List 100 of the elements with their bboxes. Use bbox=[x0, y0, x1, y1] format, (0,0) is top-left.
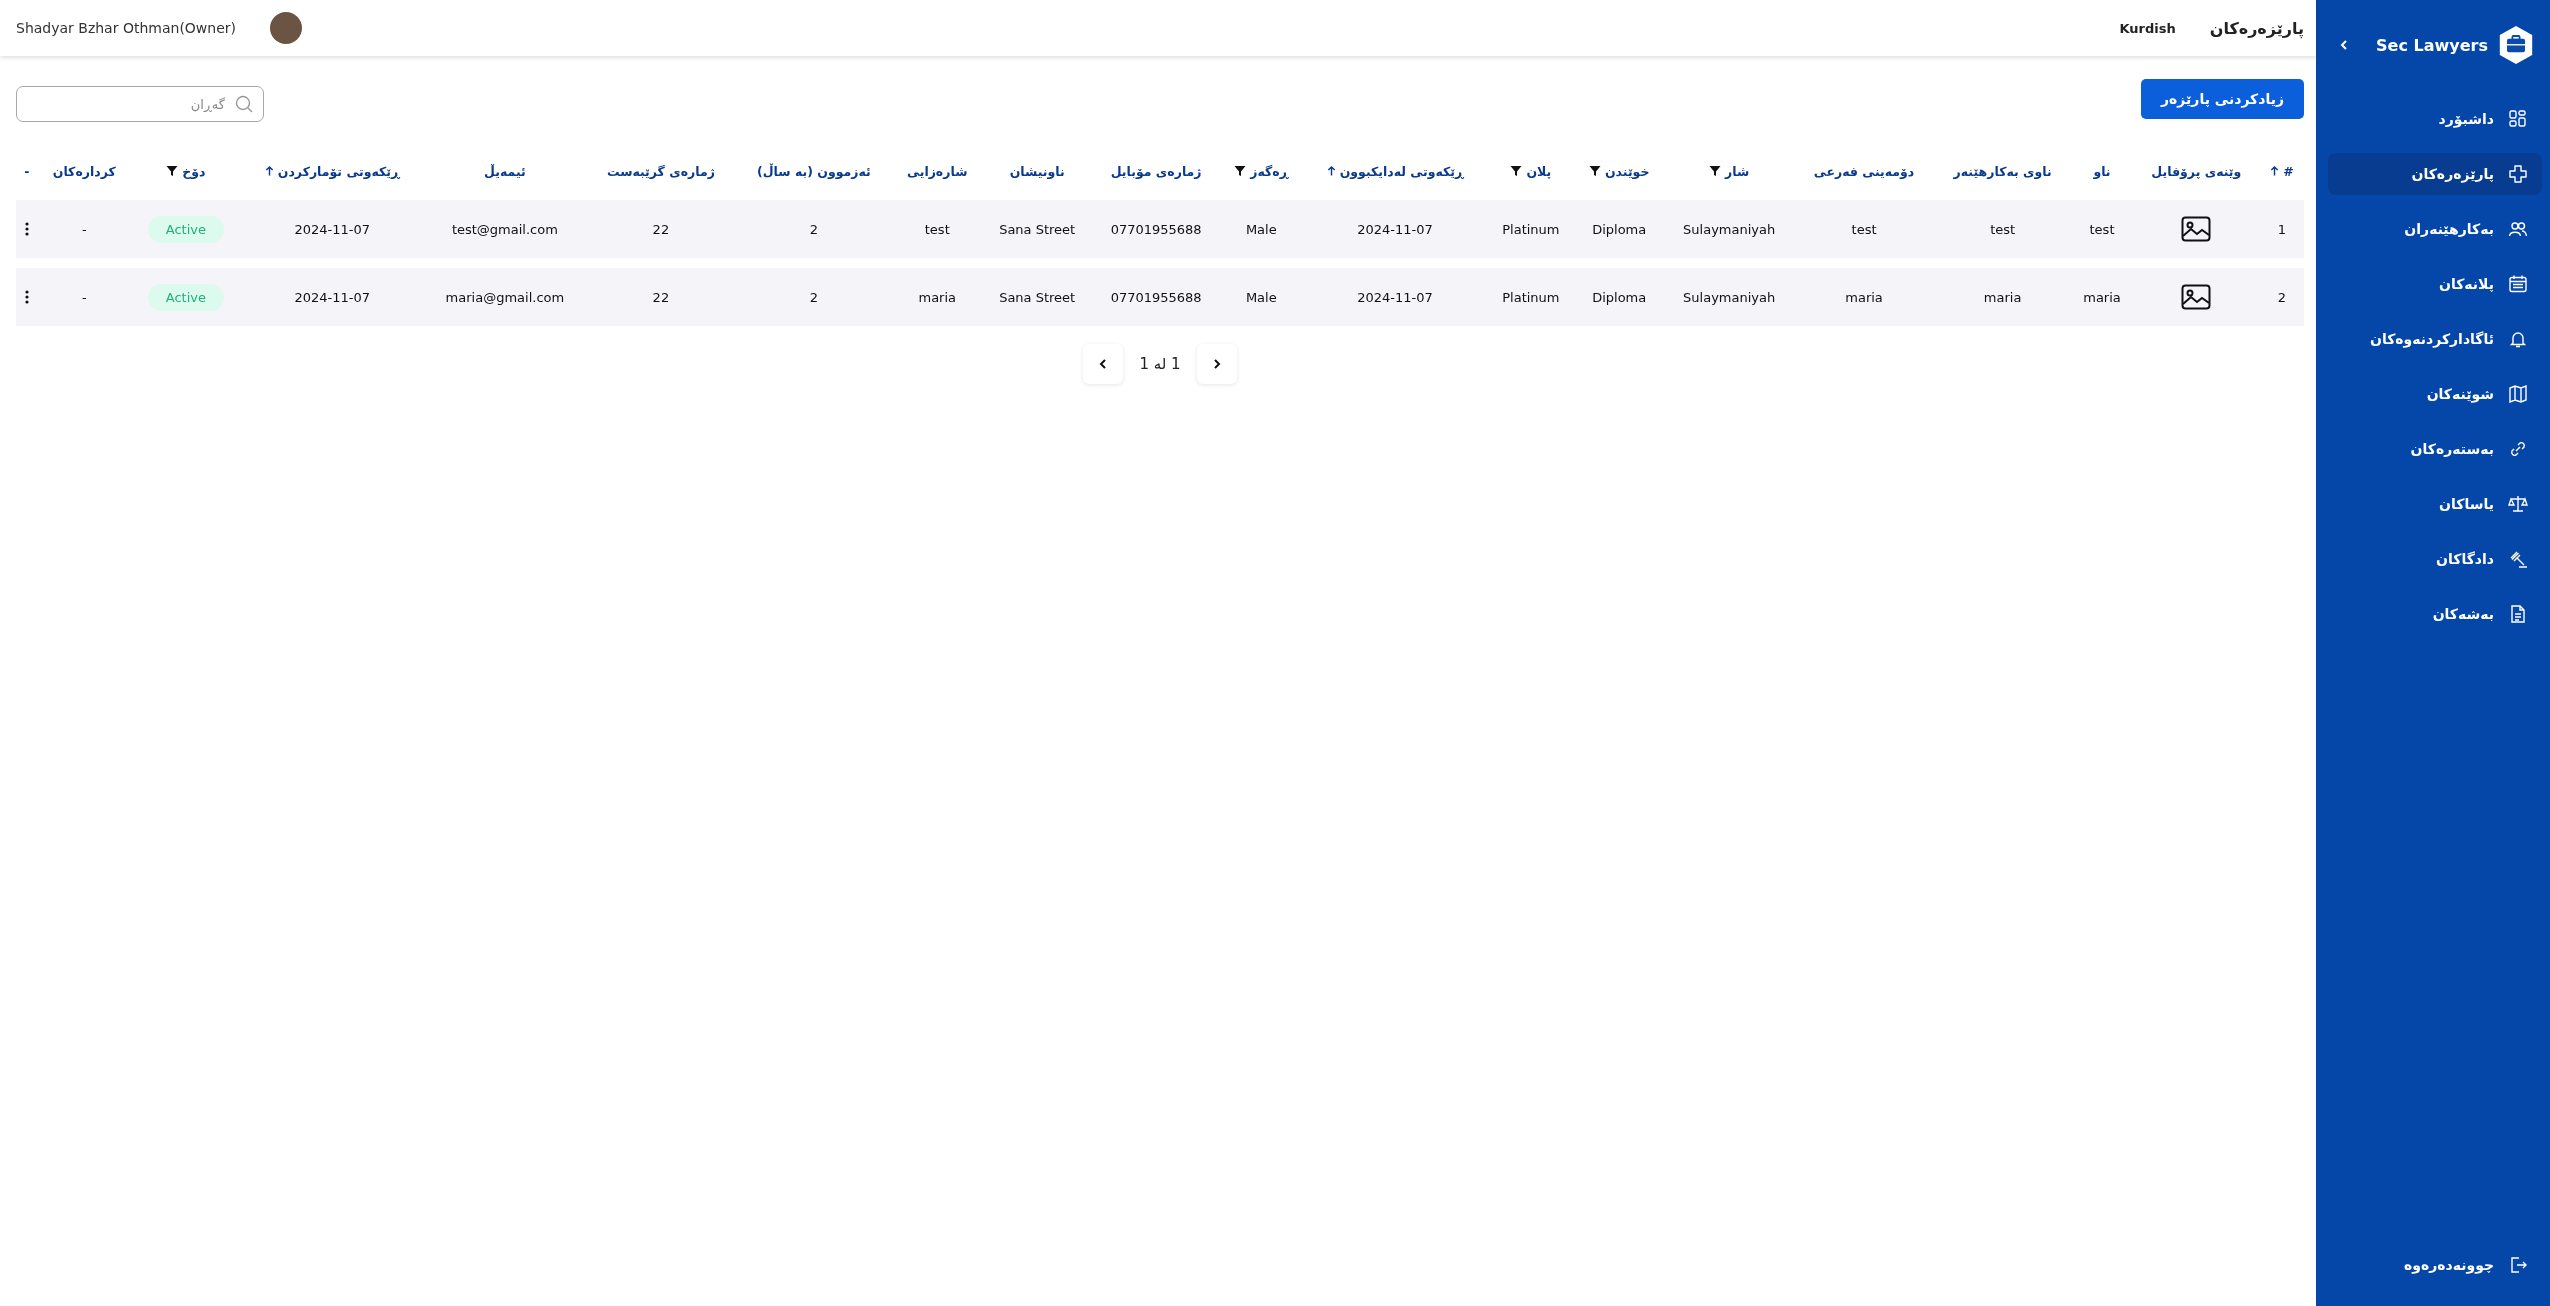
image-placeholder-icon bbox=[2181, 216, 2212, 242]
sort-arrow-icon bbox=[1326, 165, 1336, 177]
plan-cell: Platinum bbox=[1487, 268, 1574, 326]
column-header: - bbox=[23, 162, 31, 181]
row-number-cell: 2 bbox=[2259, 268, 2304, 326]
date-cell: 2024-11-07 bbox=[1302, 268, 1488, 326]
status-badge: Active bbox=[147, 283, 224, 311]
education-cell: Diploma bbox=[1574, 200, 1665, 258]
username-cell: maria bbox=[1934, 268, 2072, 326]
expertise-cell: test bbox=[892, 200, 983, 258]
chevron-left-icon bbox=[1098, 358, 1109, 370]
actions-cell: - bbox=[37, 200, 131, 258]
briefcase-logo-icon bbox=[2498, 25, 2534, 65]
column-header[interactable]: ڕێکەوتی تۆمارکردن bbox=[240, 152, 424, 190]
sidebar-item[interactable]: پارێزەرەکان bbox=[2328, 153, 2542, 195]
gavel-icon bbox=[2508, 549, 2528, 569]
bell-icon bbox=[2508, 329, 2528, 349]
plan-cell: Platinum bbox=[1487, 200, 1574, 258]
sort-arrow-icon bbox=[2270, 165, 2280, 177]
sidebar-item[interactable]: ئاگادارکردنەوەکان bbox=[2328, 318, 2542, 360]
subdomain-cell: maria bbox=[1794, 268, 1935, 326]
column-header[interactable]: پلان bbox=[1487, 152, 1574, 190]
column-header: دۆمەینی فەرعی bbox=[1812, 162, 1916, 181]
page-indicator: 1 لە 1 bbox=[1139, 355, 1181, 373]
page-title: پارێزەرەکان bbox=[2209, 18, 2304, 38]
column-header[interactable]: خوێندن bbox=[1574, 152, 1665, 190]
search-field[interactable]: گەڕان bbox=[16, 86, 264, 122]
column-header: وێنەی پرۆفایل bbox=[2150, 162, 2243, 181]
filter-icon bbox=[166, 165, 179, 177]
date-cell: 2024-11-07 bbox=[1302, 200, 1488, 258]
email-cell[interactable]: test@gmail.com bbox=[423, 200, 587, 258]
city-cell: Sulaymaniyah bbox=[1664, 200, 1795, 258]
column-header: کردارەکان bbox=[51, 162, 117, 181]
experience-cell: 2 bbox=[735, 268, 893, 326]
logout-icon bbox=[2508, 1255, 2528, 1275]
brand-name: Sec Lawyers bbox=[2375, 35, 2488, 55]
language-selector[interactable]: Kurdish bbox=[2119, 20, 2176, 36]
name-cell: maria bbox=[2071, 268, 2133, 326]
column-header[interactable]: ڕەگەز bbox=[1220, 152, 1303, 190]
image-placeholder-icon bbox=[2181, 284, 2212, 310]
phone-cell: 07701955688 bbox=[1092, 200, 1221, 258]
user-name: Shadyar Bzhar Othman(Owner) bbox=[16, 20, 236, 36]
plus-icon bbox=[2508, 164, 2528, 184]
username-cell: test bbox=[1934, 200, 2072, 258]
column-header: ناوی بەکارهێنەر bbox=[1952, 162, 2053, 181]
date-cell: 2024-11-07 bbox=[240, 200, 424, 258]
address-cell: Sana Street bbox=[982, 200, 1092, 258]
column-header[interactable]: # bbox=[2259, 152, 2304, 190]
map-icon bbox=[2508, 384, 2528, 404]
column-header: ئەزموون (بە ساڵ) bbox=[756, 162, 872, 181]
sidebar-item[interactable]: دادگاکان bbox=[2328, 538, 2542, 580]
logout-button[interactable]: چوونەدەرەوە bbox=[2328, 1244, 2542, 1286]
email-cell[interactable]: maria@gmail.com bbox=[423, 268, 587, 326]
address-cell: Sana Street bbox=[982, 268, 1092, 326]
sidebar-item[interactable]: شوێنەکان bbox=[2328, 373, 2542, 415]
sort-arrow-icon bbox=[264, 165, 274, 177]
gender-cell: Male bbox=[1220, 200, 1303, 258]
users-icon bbox=[2508, 219, 2528, 239]
document-icon bbox=[2508, 604, 2528, 624]
more-options-icon[interactable] bbox=[24, 222, 29, 236]
sidebar-item[interactable]: بەستەرەکان bbox=[2328, 428, 2542, 470]
column-header[interactable]: ڕێکەوتی لەدایکبوون bbox=[1302, 152, 1488, 190]
status-badge: Active bbox=[147, 215, 224, 243]
chevron-left-icon[interactable] bbox=[2338, 39, 2350, 51]
filter-icon bbox=[1709, 165, 1722, 177]
more-options-icon[interactable] bbox=[24, 290, 29, 304]
city-cell: Sulaymaniyah bbox=[1664, 268, 1795, 326]
column-header: ناو bbox=[2092, 162, 2112, 181]
contracts-cell: 22 bbox=[586, 200, 736, 258]
grid-icon bbox=[2508, 109, 2528, 129]
scale-icon bbox=[2508, 494, 2528, 514]
column-header: ناونیشان bbox=[1008, 162, 1066, 181]
date-cell: 2024-11-07 bbox=[240, 268, 424, 326]
gender-cell: Male bbox=[1220, 268, 1303, 326]
filter-icon bbox=[1510, 165, 1523, 177]
column-header: ئیمەیڵ bbox=[483, 162, 527, 181]
actions-cell: - bbox=[37, 268, 131, 326]
phone-cell: 07701955688 bbox=[1092, 268, 1221, 326]
sidebar-item[interactable]: پلانەکان bbox=[2328, 263, 2542, 305]
experience-cell: 2 bbox=[735, 200, 893, 258]
column-header: شارەزایی bbox=[906, 162, 969, 181]
education-cell: Diploma bbox=[1574, 268, 1665, 326]
add-lawyer-button[interactable]: زیادکردنی پارێزەر bbox=[2141, 79, 2304, 119]
sidebar-item[interactable]: بەشەکان bbox=[2328, 593, 2542, 635]
link-icon bbox=[2508, 439, 2528, 459]
column-header[interactable]: شار bbox=[1664, 152, 1795, 190]
sidebar-item[interactable]: داشبۆرد bbox=[2328, 98, 2542, 140]
column-header[interactable]: دۆخ bbox=[130, 152, 241, 190]
subdomain-cell: test bbox=[1794, 200, 1935, 258]
expertise-cell: maria bbox=[892, 268, 983, 326]
sidebar-item[interactable]: یاساکان bbox=[2328, 483, 2542, 525]
contracts-cell: 22 bbox=[586, 268, 736, 326]
filter-icon bbox=[1234, 165, 1247, 177]
row-number-cell: 1 bbox=[2259, 200, 2304, 258]
avatar-placeholder bbox=[270, 12, 302, 44]
calendar-icon bbox=[2508, 274, 2528, 294]
chevron-right-icon bbox=[1211, 358, 1222, 370]
column-header: ژمارەی گرێبەست bbox=[605, 162, 716, 181]
sidebar-item[interactable]: بەکارهێنەران bbox=[2328, 208, 2542, 250]
column-header: ژمارەی مۆبایل bbox=[1109, 162, 1203, 181]
